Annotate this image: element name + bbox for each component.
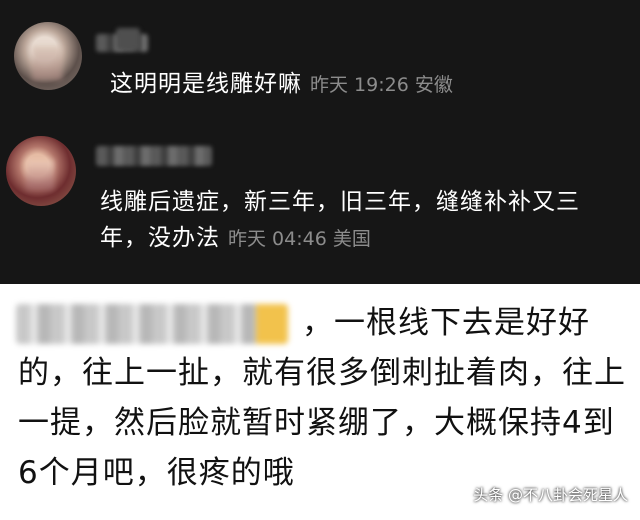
avatar[interactable]	[6, 136, 76, 206]
avatar[interactable]	[14, 22, 82, 90]
comment-meta: 昨天 04:46 美国	[228, 228, 371, 250]
watermark: 头条 @不八卦会死星人	[473, 486, 628, 504]
blurred-username-detail	[116, 28, 140, 50]
comment-text: 这明明是线雕好嘛	[110, 71, 302, 97]
comment-meta: 昨天 19:26 安徽	[310, 74, 453, 96]
reply-text: ，一根线下去是好好的，往上一扯，就有很多倒刺扯着肉，往上一提，然后脸就暂时紧绷了…	[18, 305, 626, 491]
blurred-username	[96, 146, 212, 166]
comment-1[interactable]: 这明明是线雕好嘛 昨天 19:26 安徽	[110, 66, 453, 103]
comment-2[interactable]: 线雕后遗症，新三年，旧三年，缝缝补补又三年，没办法 昨天 04:46 美国	[100, 184, 620, 257]
